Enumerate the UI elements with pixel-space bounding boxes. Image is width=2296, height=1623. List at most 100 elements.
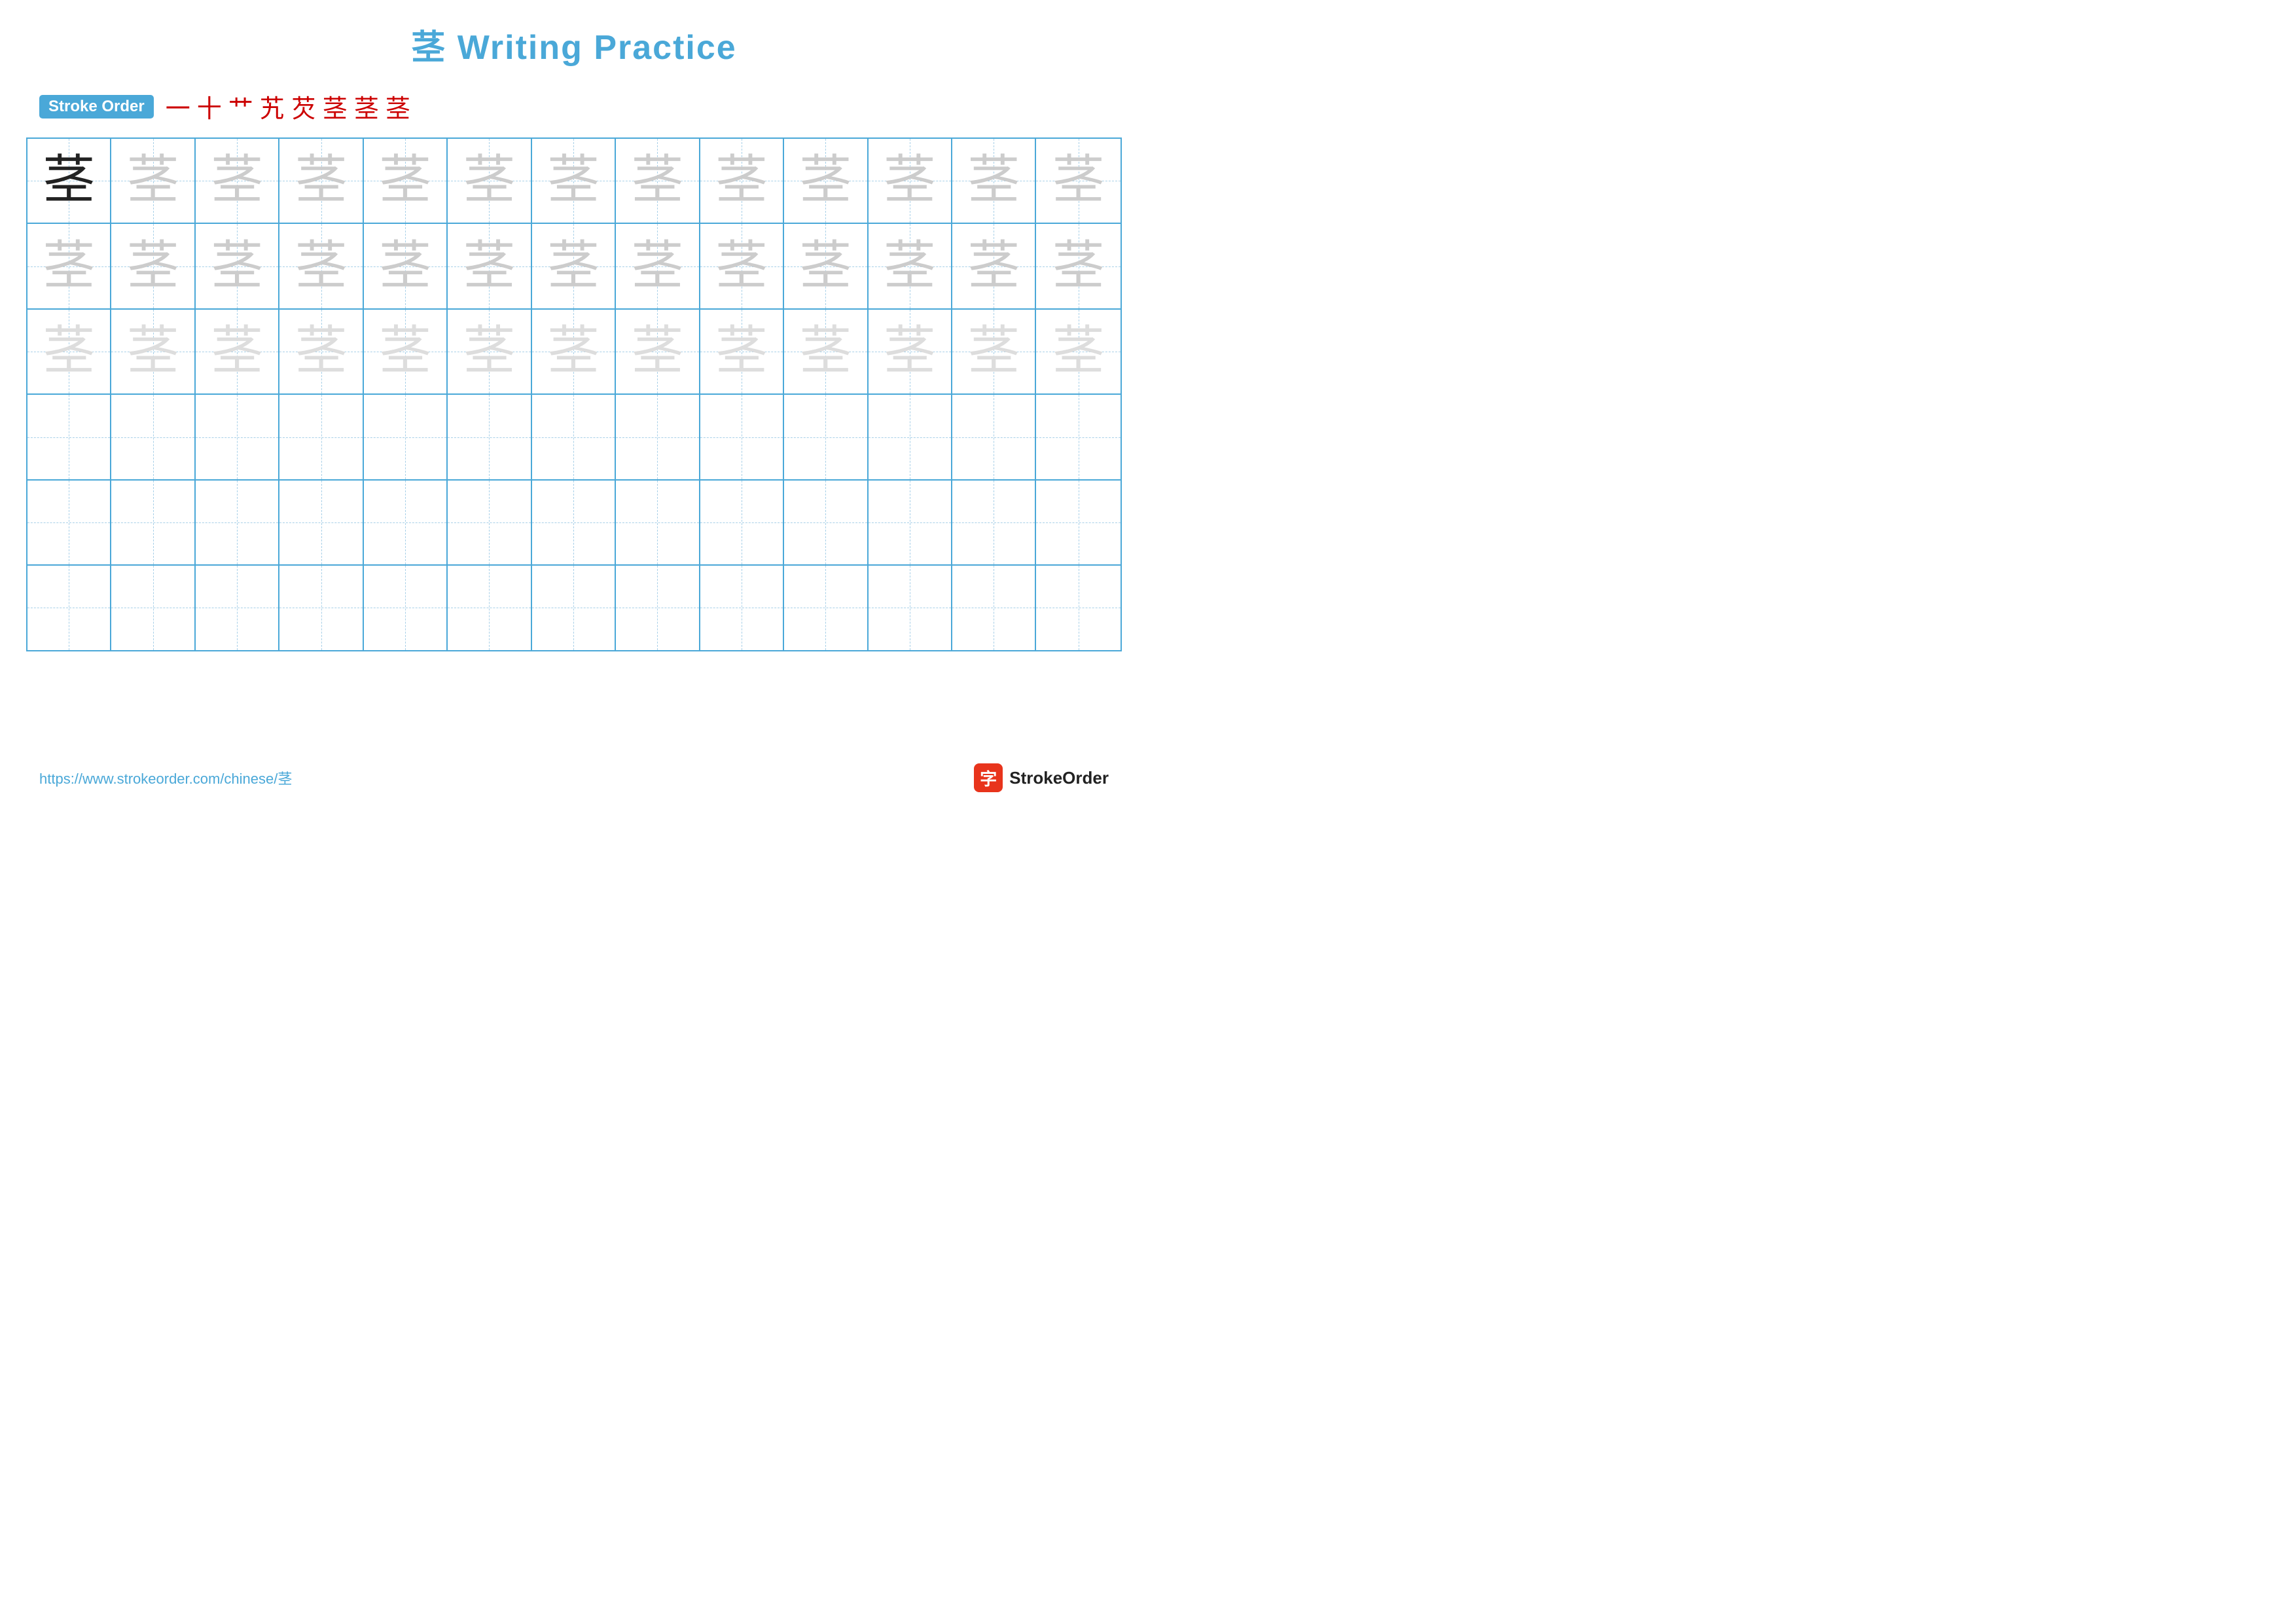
grid-cell[interactable] bbox=[784, 481, 868, 564]
stroke-1: 一 bbox=[166, 88, 190, 124]
grid-cell[interactable]: 茎 bbox=[279, 224, 363, 308]
grid-cell[interactable] bbox=[1036, 481, 1120, 564]
grid-row-1: 茎 茎 茎 茎 茎 茎 茎 茎 茎 茎 茎 茎 茎 bbox=[27, 139, 1121, 224]
grid-cell[interactable] bbox=[448, 566, 531, 649]
grid-cell[interactable] bbox=[952, 566, 1036, 649]
grid-cell[interactable]: 茎 bbox=[952, 224, 1036, 308]
grid-cell[interactable] bbox=[1036, 395, 1120, 479]
grid-row-3: 茎 茎 茎 茎 茎 茎 茎 茎 茎 茎 茎 茎 茎 bbox=[27, 310, 1121, 395]
stroke-6: 茎 bbox=[323, 88, 348, 124]
grid-cell[interactable]: 茎 bbox=[1036, 224, 1120, 308]
grid-cell[interactable]: 茎 bbox=[700, 139, 784, 223]
page-title: 茎 Writing Practice bbox=[0, 0, 1148, 82]
grid-cell[interactable]: 茎 bbox=[196, 310, 279, 393]
grid-cell[interactable]: 茎 bbox=[784, 224, 868, 308]
footer-url[interactable]: https://www.strokeorder.com/chinese/茎 bbox=[39, 767, 292, 788]
grid-cell[interactable]: 茎 bbox=[364, 224, 448, 308]
grid-cell[interactable]: 茎 bbox=[616, 310, 700, 393]
grid-cell[interactable] bbox=[27, 566, 111, 649]
grid-cell[interactable]: 茎 bbox=[869, 310, 952, 393]
grid-cell[interactable]: 茎 bbox=[952, 139, 1036, 223]
grid-cell[interactable]: 茎 bbox=[27, 310, 111, 393]
grid-cell[interactable] bbox=[364, 566, 448, 649]
stroke-7: 茎 bbox=[354, 88, 379, 124]
grid-cell[interactable]: 茎 bbox=[279, 139, 363, 223]
grid-cell[interactable]: 茎 bbox=[448, 310, 531, 393]
grid-cell[interactable] bbox=[616, 566, 700, 649]
stroke-order-badge: Stroke Order bbox=[39, 95, 154, 119]
grid-cell[interactable] bbox=[364, 481, 448, 564]
grid-cell[interactable]: 茎 bbox=[532, 224, 616, 308]
grid-cell[interactable] bbox=[27, 395, 111, 479]
grid-cell[interactable] bbox=[532, 395, 616, 479]
grid-cell[interactable] bbox=[616, 481, 700, 564]
grid-cell[interactable] bbox=[700, 395, 784, 479]
footer-logo: 字 StrokeOrder bbox=[974, 763, 1109, 792]
grid-cell[interactable]: 茎 bbox=[364, 310, 448, 393]
grid-cell[interactable]: 茎 bbox=[616, 139, 700, 223]
grid-cell[interactable] bbox=[532, 566, 616, 649]
grid-cell[interactable] bbox=[700, 566, 784, 649]
logo-icon: 字 bbox=[974, 763, 1003, 792]
grid-cell[interactable]: 茎 bbox=[952, 310, 1036, 393]
grid-cell[interactable] bbox=[952, 481, 1036, 564]
grid-cell[interactable]: 茎 bbox=[700, 224, 784, 308]
grid-cell[interactable] bbox=[111, 395, 195, 479]
grid-cell[interactable]: 茎 bbox=[196, 224, 279, 308]
grid-cell[interactable] bbox=[700, 481, 784, 564]
stroke-4: 艽 bbox=[260, 88, 285, 124]
grid-cell[interactable] bbox=[27, 481, 111, 564]
grid-cell[interactable] bbox=[448, 395, 531, 479]
title-chinese: 茎 bbox=[411, 29, 446, 67]
grid-cell[interactable] bbox=[196, 395, 279, 479]
grid-cell[interactable] bbox=[196, 481, 279, 564]
grid-cell[interactable] bbox=[784, 566, 868, 649]
stroke-3: 艹 bbox=[228, 88, 253, 124]
stroke-2: 十 bbox=[197, 88, 222, 124]
logo-text: StrokeOrder bbox=[1009, 768, 1109, 788]
grid-cell[interactable]: 茎 bbox=[700, 310, 784, 393]
grid-cell[interactable]: 茎 bbox=[1036, 310, 1120, 393]
grid-cell[interactable] bbox=[279, 481, 363, 564]
grid-cell[interactable]: 茎 bbox=[869, 224, 952, 308]
grid-cell[interactable]: 茎 bbox=[784, 310, 868, 393]
grid-cell[interactable]: 茎 bbox=[784, 139, 868, 223]
stroke-8: 茎 bbox=[386, 88, 410, 124]
grid-cell[interactable] bbox=[869, 481, 952, 564]
grid-cell[interactable]: 茎 bbox=[532, 139, 616, 223]
grid-cell[interactable]: 茎 bbox=[111, 224, 195, 308]
grid-cell[interactable]: 茎 bbox=[111, 139, 195, 223]
grid-cell[interactable] bbox=[111, 481, 195, 564]
grid-cell[interactable] bbox=[869, 395, 952, 479]
grid-cell[interactable]: 茎 bbox=[616, 224, 700, 308]
grid-cell[interactable]: 茎 bbox=[869, 139, 952, 223]
grid-cell[interactable]: 茎 bbox=[1036, 139, 1120, 223]
stroke-chars: 一 十 艹 艽 芡 茎 茎 茎 bbox=[166, 88, 410, 124]
grid-cell[interactable] bbox=[532, 481, 616, 564]
grid-cell[interactable] bbox=[952, 395, 1036, 479]
grid-cell[interactable]: 茎 bbox=[27, 224, 111, 308]
grid-cell[interactable] bbox=[784, 395, 868, 479]
grid-cell[interactable]: 茎 bbox=[279, 310, 363, 393]
grid-cell[interactable] bbox=[279, 395, 363, 479]
grid-row-2: 茎 茎 茎 茎 茎 茎 茎 茎 茎 茎 茎 茎 茎 bbox=[27, 224, 1121, 309]
grid-row-5 bbox=[27, 481, 1121, 566]
grid-cell[interactable] bbox=[279, 566, 363, 649]
grid-cell[interactable] bbox=[196, 566, 279, 649]
grid-row-4 bbox=[27, 395, 1121, 480]
grid-cell[interactable] bbox=[111, 566, 195, 649]
practice-grid: 茎 茎 茎 茎 茎 茎 茎 茎 茎 茎 茎 茎 茎 茎 茎 茎 茎 茎 茎 茎 … bbox=[26, 137, 1122, 651]
grid-cell[interactable]: 茎 bbox=[196, 139, 279, 223]
grid-cell[interactable] bbox=[364, 395, 448, 479]
grid-cell[interactable]: 茎 bbox=[532, 310, 616, 393]
grid-cell[interactable]: 茎 bbox=[27, 139, 111, 223]
grid-cell[interactable] bbox=[1036, 566, 1120, 649]
footer: https://www.strokeorder.com/chinese/茎 字 … bbox=[0, 763, 1148, 792]
grid-cell[interactable]: 茎 bbox=[111, 310, 195, 393]
grid-cell[interactable] bbox=[616, 395, 700, 479]
grid-cell[interactable] bbox=[869, 566, 952, 649]
grid-cell[interactable] bbox=[448, 481, 531, 564]
grid-cell[interactable]: 茎 bbox=[448, 224, 531, 308]
grid-cell[interactable]: 茎 bbox=[364, 139, 448, 223]
grid-cell[interactable]: 茎 bbox=[448, 139, 531, 223]
